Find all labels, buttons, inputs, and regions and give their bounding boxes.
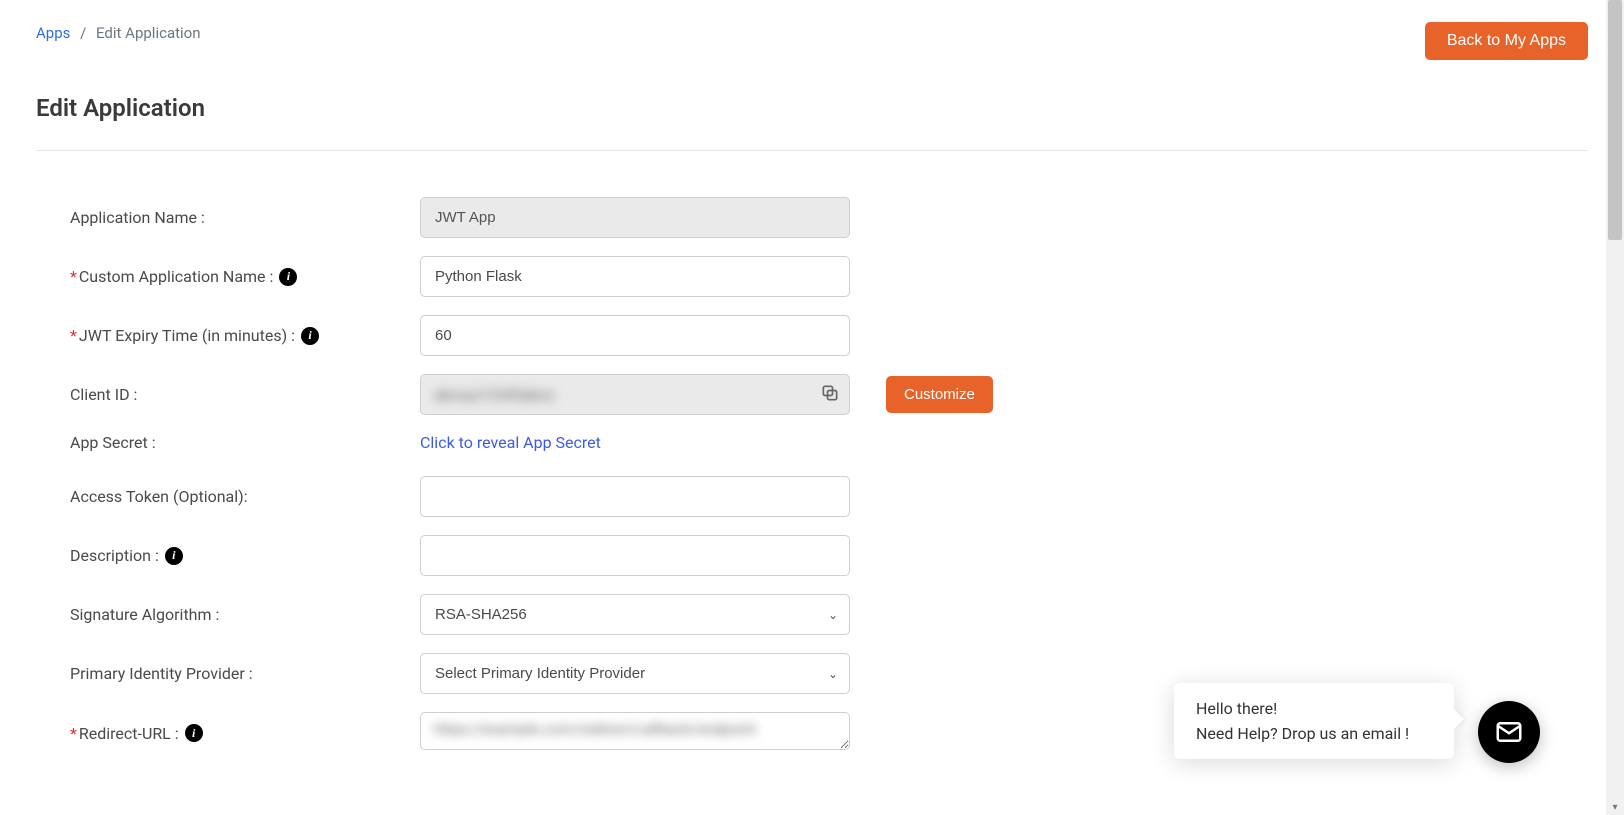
signature-algorithm-select[interactable]: RSA-SHA256 xyxy=(420,594,850,635)
scrollbar-down-arrow-icon[interactable]: ▾ xyxy=(1606,802,1624,813)
page-title: Edit Application xyxy=(36,94,1588,122)
info-icon[interactable]: i xyxy=(301,327,319,345)
signature-algorithm-label: Signature Algorithm : xyxy=(70,605,420,624)
back-to-apps-button[interactable]: Back to My Apps xyxy=(1425,22,1588,60)
client-id-label: Client ID : xyxy=(70,385,420,404)
custom-app-name-label: *Custom Application Name : i xyxy=(70,267,420,286)
client-id-input xyxy=(420,374,850,415)
chat-popup-arrow xyxy=(1454,709,1464,729)
primary-idp-select[interactable]: Select Primary Identity Provider xyxy=(420,653,850,694)
application-name-label: Application Name : xyxy=(70,208,420,227)
reveal-app-secret-link[interactable]: Click to reveal App Secret xyxy=(420,433,601,452)
redirect-url-input[interactable] xyxy=(420,712,850,750)
mail-icon xyxy=(1494,717,1524,747)
scrollbar-thumb[interactable] xyxy=(1608,0,1622,240)
info-icon[interactable]: i xyxy=(279,268,297,286)
breadcrumb-current: Edit Application xyxy=(96,24,200,42)
breadcrumb-apps-link[interactable]: Apps xyxy=(36,24,70,42)
app-secret-label: App Secret : xyxy=(70,433,420,452)
primary-idp-label: Primary Identity Provider : xyxy=(70,664,420,683)
access-token-label: Access Token (Optional): xyxy=(70,487,420,506)
breadcrumb: Apps / Edit Application xyxy=(36,22,201,42)
chat-line-1: Hello there! xyxy=(1196,699,1432,718)
customize-button[interactable]: Customize xyxy=(886,376,993,413)
access-token-input[interactable] xyxy=(420,476,850,517)
jwt-expiry-input[interactable] xyxy=(420,315,850,356)
custom-app-name-input[interactable] xyxy=(420,256,850,297)
chat-line-2: Need Help? Drop us an email ! xyxy=(1196,724,1432,743)
chat-button[interactable] xyxy=(1478,701,1540,763)
chat-popup: Hello there! Need Help? Drop us an email… xyxy=(1174,683,1454,759)
description-label: Description : i xyxy=(70,546,420,565)
info-icon[interactable]: i xyxy=(165,547,183,565)
jwt-expiry-label: *JWT Expiry Time (in minutes) : i xyxy=(70,326,420,345)
redirect-url-label: *Redirect-URL : i xyxy=(70,724,420,743)
breadcrumb-separator: / xyxy=(80,24,86,42)
scrollbar[interactable]: ▾ xyxy=(1606,0,1624,815)
copy-icon[interactable] xyxy=(820,383,840,407)
application-name-input xyxy=(420,197,850,238)
info-icon[interactable]: i xyxy=(185,724,203,742)
description-input[interactable] xyxy=(420,535,850,576)
